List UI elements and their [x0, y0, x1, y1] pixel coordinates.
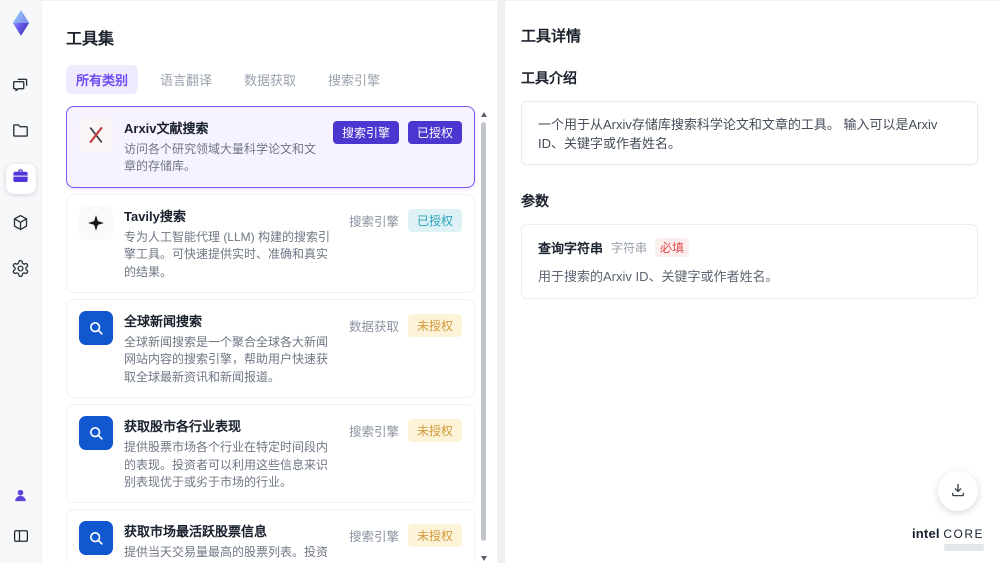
scrollbar-track[interactable]	[481, 120, 486, 553]
scroll-down-arrow[interactable]	[480, 556, 487, 561]
tab-category-3[interactable]: 搜索引擎	[318, 65, 390, 94]
chat-icon	[11, 75, 30, 99]
tab-category-1[interactable]: 语言翻译	[150, 65, 222, 94]
panel-icon	[12, 527, 30, 550]
arxiv-icon	[79, 118, 113, 152]
tool-card-3[interactable]: 获取股市各行业表现 提供股票市场各个行业在特定时间段内的表现。投资者可以利用这些…	[66, 404, 475, 504]
category-tabs: 所有类别 语言翻译 数据获取 搜索引擎	[66, 65, 489, 94]
stock-search-icon	[79, 416, 113, 451]
tool-description: 专为人工智能代理 (LLM) 构建的搜索引擎工具。可快速提供实时、准确和真实的结…	[124, 229, 331, 279]
tool-card-0[interactable]: Arxiv文献搜索 访问各个研究领域大量科学论文和文章的存储库。 搜索引擎 已授…	[66, 106, 475, 188]
sidebar-item-gear[interactable]	[6, 256, 36, 286]
scroll-up-arrow[interactable]	[480, 112, 487, 117]
gear-icon	[11, 259, 30, 283]
parameter-description: 用于搜索的Arxiv ID、关键字或作者姓名。	[538, 269, 779, 284]
briefcase-icon	[11, 167, 30, 191]
toolset-panel: 工具集 所有类别 语言翻译 数据获取 搜索引擎 Arxiv文献搜索 访问各个研究领域大…	[42, 0, 497, 563]
tool-card-1[interactable]: Tavily搜索 专为人工智能代理 (LLM) 构建的搜索引擎工具。可快速提供实…	[66, 193, 475, 293]
scrollbar	[478, 112, 489, 561]
stock-search-icon	[79, 521, 113, 556]
params-heading: 参数	[521, 193, 549, 209]
sidebar-item-briefcase[interactable]	[5, 164, 36, 194]
app-window: 工具集 所有类别 语言翻译 数据获取 搜索引擎 Arxiv文献搜索 访问各个研究领域大…	[0, 0, 1000, 563]
tool-name: Tavily搜索	[124, 208, 186, 224]
sidebar-item-panel[interactable]	[6, 523, 36, 553]
tool-name: 获取市场最活跃股票信息	[124, 524, 268, 540]
folder-icon	[11, 121, 30, 145]
page-title: 工具集	[66, 31, 115, 48]
tool-category-label: 搜索引擎	[348, 425, 399, 440]
scrollbar-thumb[interactable]	[481, 122, 486, 541]
brand-intel: intel	[911, 526, 940, 541]
tool-list: Arxiv文献搜索 访问各个研究领域大量科学论文和文章的存储库。 搜索引擎 已授…	[66, 106, 489, 563]
sidebar-item-user[interactable]	[6, 483, 36, 513]
parameter-required-badge: 必填	[655, 238, 690, 257]
brand-logo	[7, 8, 35, 38]
sidebar-item-folder[interactable]	[6, 118, 36, 148]
tool-auth-badge: 未授权	[407, 419, 462, 443]
tab-category-2[interactable]: 数据获取	[234, 65, 306, 94]
tool-auth-badge: 已授权	[407, 121, 462, 144]
tool-description: 提供当天交易量最高的股票列表。投资者可以利用这些信息来识别流动性强的股票和潜在的…	[124, 545, 329, 563]
cube-icon	[11, 213, 30, 237]
news-search-icon	[79, 310, 113, 345]
sidebar-item-chat[interactable]	[6, 72, 36, 102]
user-icon	[12, 487, 29, 509]
tool-category-badge: 搜索引擎	[332, 121, 399, 144]
tab-category-0[interactable]: 所有类别	[66, 65, 139, 94]
tool-intro-text: 一个用于从Arxiv存储库搜索科学论文和文章的工具。 输入可以是Arxiv ID…	[521, 101, 978, 165]
download-icon	[949, 481, 967, 502]
tool-category-label: 搜索引擎	[348, 530, 399, 545]
tool-category-label: 搜索引擎	[348, 214, 399, 229]
panel-divider	[497, 0, 505, 563]
tool-auth-badge: 未授权	[407, 524, 462, 548]
tool-name: 获取股市各行业表现	[124, 419, 242, 435]
sidebar-bottom	[6, 483, 36, 553]
tool-card-4[interactable]: 获取市场最活跃股票信息 提供当天交易量最高的股票列表。投资者可以利用这些信息来识…	[66, 509, 475, 563]
brand-core: CORE	[943, 527, 984, 541]
tool-auth-badge: 未授权	[407, 313, 462, 337]
tool-card-2[interactable]: 全球新闻搜索 全球新闻搜索是一个聚合全球各大新闻网站内容的搜索引擎，帮助用户快速…	[66, 298, 475, 399]
sparkle-icon	[79, 205, 113, 240]
parameter-type: 字符串	[611, 241, 648, 255]
sidebar-nav	[5, 72, 36, 286]
tool-name: Arxiv文献搜索	[124, 121, 209, 136]
intel-core-logo: intel CORE	[912, 526, 984, 551]
details-title: 工具详情	[521, 28, 582, 45]
tool-name: 全球新闻搜索	[124, 313, 203, 329]
brand-subbadge	[944, 544, 984, 551]
parameter-card: 查询字符串 字符串 必填 用于搜索的Arxiv ID、关键字或作者姓名。	[521, 224, 978, 299]
tool-description: 全球新闻搜索是一个聚合全球各大新闻网站内容的搜索引擎，帮助用户快速获取全球最新资…	[124, 334, 329, 384]
sidebar-item-cube[interactable]	[6, 210, 36, 240]
parameter-name: 查询字符串	[538, 241, 604, 256]
tool-category-label: 数据获取	[348, 319, 399, 334]
download-button[interactable]	[938, 471, 978, 511]
tool-auth-badge: 已授权	[407, 208, 462, 232]
intro-heading: 工具介绍	[521, 70, 577, 86]
tool-description: 访问各个研究领域大量科学论文和文章的存储库。	[124, 142, 317, 174]
tool-description: 提供股票市场各个行业在特定时间段内的表现。投资者可以利用这些信息来识别表现优于或…	[124, 440, 329, 489]
parameter-head: 查询字符串 字符串 必填	[538, 238, 961, 257]
app-sidebar	[0, 0, 42, 563]
details-panel: 工具详情 工具介绍 一个用于从Arxiv存储库搜索科学论文和文章的工具。 输入可…	[505, 0, 1000, 563]
